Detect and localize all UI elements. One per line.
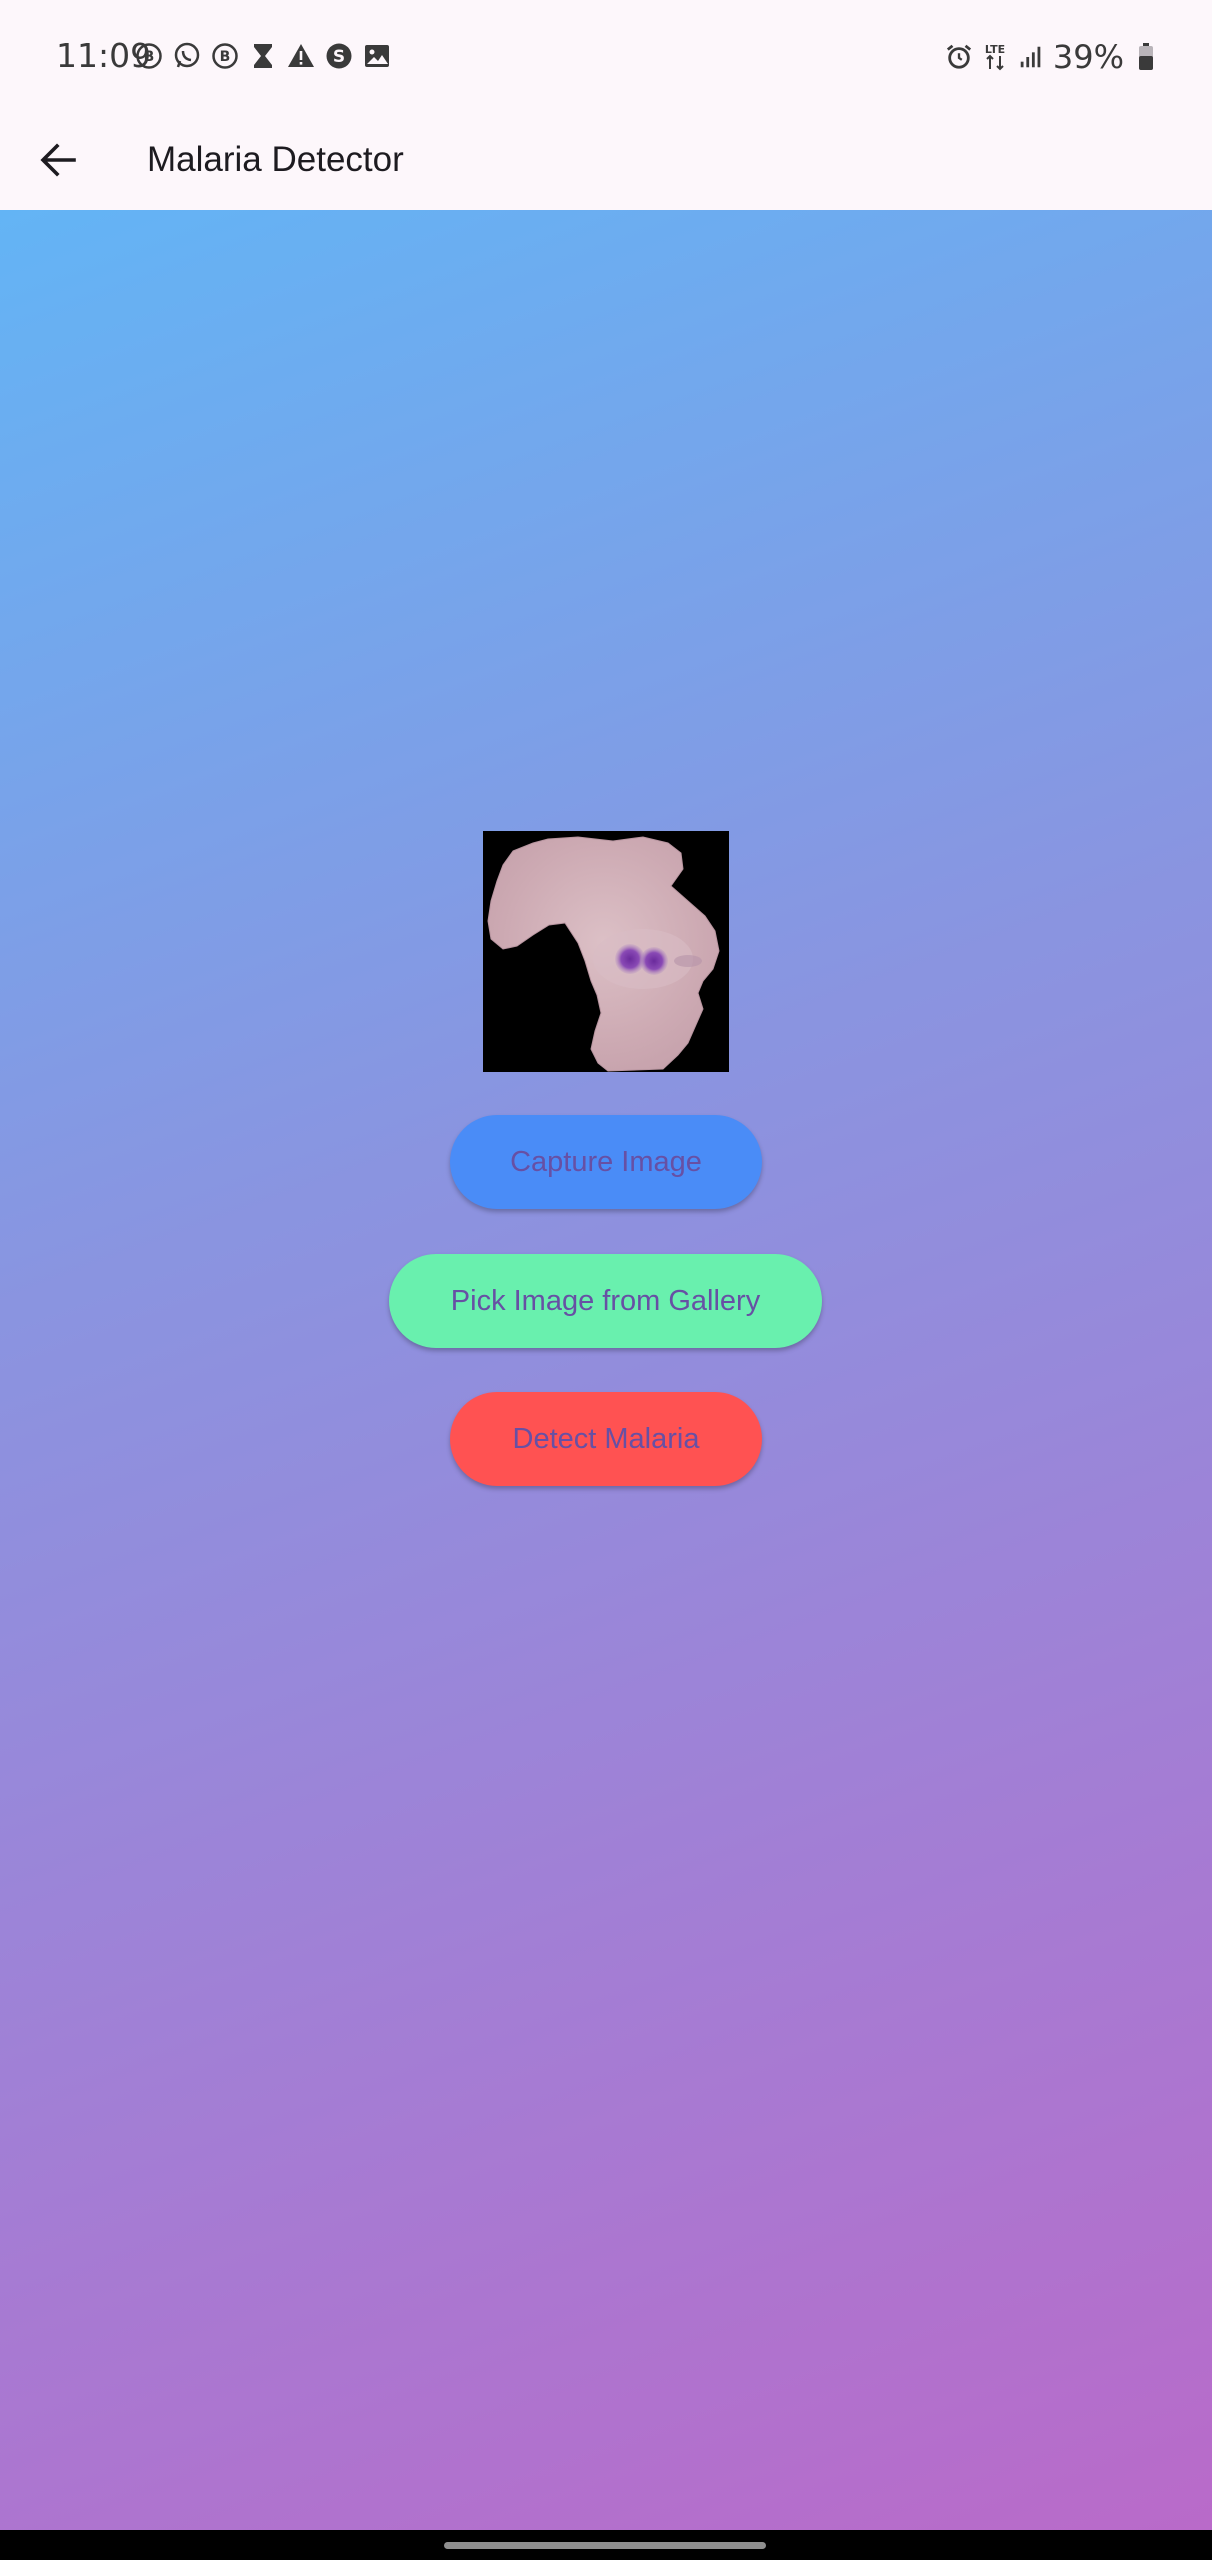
svg-text:B: B [220, 49, 231, 65]
status-bar: 11:09 B B S LTE 39% [0, 0, 1212, 110]
back-button[interactable] [30, 132, 86, 188]
home-indicator[interactable] [444, 2542, 766, 2549]
arrow-left-icon [40, 143, 76, 177]
svg-text:S: S [333, 47, 345, 67]
app-bar: Malaria Detector [0, 110, 1212, 210]
lte-icon: LTE [981, 43, 1009, 71]
system-icons: LTE 39% [945, 38, 1160, 76]
page-title: Malaria Detector [147, 140, 404, 179]
alarm-icon [945, 43, 973, 71]
detect-malaria-button[interactable]: Detect Malaria [450, 1392, 762, 1486]
capture-image-button[interactable]: Capture Image [450, 1115, 762, 1209]
b-badge-icon: B [211, 42, 239, 70]
battery-icon [1132, 43, 1160, 71]
b-badge-icon: B [135, 42, 163, 70]
whatsapp-icon [173, 42, 201, 70]
warning-icon [287, 42, 315, 70]
svg-text:LTE: LTE [985, 43, 1005, 56]
pick-image-gallery-button[interactable]: Pick Image from Gallery [389, 1254, 822, 1348]
selected-image-preview [483, 831, 729, 1072]
navigation-bar [0, 2530, 1212, 2560]
svg-text:B: B [144, 49, 155, 65]
battery-percentage: 39% [1052, 38, 1124, 76]
skype-icon: S [325, 42, 353, 70]
hourglass-icon [249, 42, 277, 70]
screen: 11:09 B B S LTE 39% Malaria Detector Cap… [0, 0, 1212, 2560]
signal-icon [1017, 43, 1045, 71]
gallery-notification-icon [363, 42, 391, 70]
main-content [0, 210, 1212, 2530]
notification-icons: B B S [135, 42, 391, 70]
